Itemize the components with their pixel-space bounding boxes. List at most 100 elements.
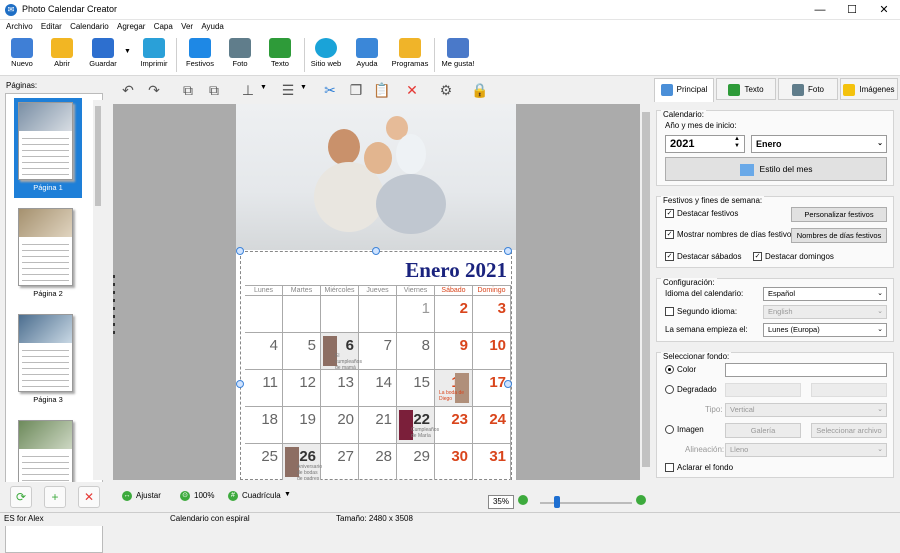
holiday-names-button[interactable]: Nombres de días festivos <box>791 228 887 243</box>
calendar-day-cell[interactable]: 28 <box>359 444 397 480</box>
photo-button[interactable]: Foto <box>218 36 262 74</box>
select-file-button[interactable]: Seleccionar archivo <box>811 423 887 438</box>
calendar-day-cell[interactable]: 11 <box>245 370 283 407</box>
calendar-day-cell[interactable]: 16La boda de Diego <box>435 370 473 407</box>
help-button[interactable]: Ayuda <box>345 36 389 74</box>
calendar-day-cell[interactable]: 21 <box>359 407 397 444</box>
resize-handle[interactable] <box>372 247 380 255</box>
redo-icon[interactable]: ↷ <box>144 80 164 100</box>
canvas-scroll-thumb[interactable] <box>642 112 650 467</box>
calendar-day-cell[interactable]: 1 <box>397 296 435 333</box>
save-dropdown-icon[interactable]: ▼ <box>124 48 131 55</box>
add-page-button[interactable]: + <box>44 486 66 508</box>
copy-icon[interactable]: ❐ <box>346 80 366 100</box>
distribute-dropdown-icon[interactable]: ▼ <box>300 84 307 91</box>
gallery-button[interactable]: Galería <box>725 423 801 438</box>
cut-icon[interactable]: ✂ <box>320 80 340 100</box>
calendar-day-cell[interactable]: 8 <box>397 333 435 370</box>
resize-handle[interactable] <box>504 380 512 388</box>
calendar-page[interactable]: Enero 2021 Lunes Martes Miércoles Jueves… <box>236 104 516 480</box>
new-button[interactable]: Nuevo <box>0 36 44 74</box>
calendar-day-cell[interactable]: 24 <box>473 407 511 444</box>
text-button[interactable]: Texto <box>258 36 302 74</box>
calendar-day-cell[interactable]: 13 <box>321 370 359 407</box>
zoom-in-icon[interactable] <box>636 495 646 505</box>
align-dropdown-icon[interactable]: ▼ <box>260 84 267 91</box>
calendar-day-cell[interactable]: 14 <box>359 370 397 407</box>
tab-imagenes[interactable]: Imágenes <box>840 78 898 100</box>
tab-principal[interactable]: Principal <box>654 78 714 102</box>
tab-texto[interactable]: Texto <box>716 78 776 100</box>
lock-icon[interactable]: 🔒 <box>470 80 490 100</box>
calendar-day-cell[interactable]: 29 <box>397 444 435 480</box>
second-language-checkbox[interactable]: Segundo idioma: <box>665 307 737 317</box>
calendar-day-cell[interactable]: 2 <box>435 296 473 333</box>
year-spinner[interactable]: 2021 <box>665 135 745 153</box>
calendar-day-cell[interactable]: 30 <box>435 444 473 480</box>
menu-agregar[interactable]: Agregar <box>117 20 145 34</box>
background-image-radio[interactable]: Imagen <box>665 425 704 435</box>
spinner-arrows-icon[interactable]: ▲ ▼ <box>734 136 740 150</box>
month-select[interactable]: Enero ⌄ <box>751 135 887 153</box>
resize-handle[interactable] <box>504 247 512 255</box>
like-button[interactable]: Me gusta! <box>436 36 480 74</box>
calendar-day-cell[interactable]: 23 <box>435 407 473 444</box>
family-photo[interactable] <box>236 104 516 250</box>
grid-dropdown-icon[interactable]: ▼ <box>284 491 291 498</box>
background-color-radio[interactable]: Color <box>665 365 696 375</box>
show-holiday-names-checkbox[interactable]: ✓ Mostrar nombres de días festivos <box>665 230 795 240</box>
print-button[interactable]: Imprimir <box>132 36 176 74</box>
align-icon[interactable]: ⊥ <box>238 80 258 100</box>
properties-icon[interactable]: ⚙ <box>436 80 456 100</box>
fit-button[interactable]: ↔ Ajustar <box>122 491 161 501</box>
calendar-day-cell[interactable]: 31 <box>473 444 511 480</box>
zoom-slider-handle[interactable] <box>554 496 560 508</box>
gradient-type-select[interactable]: Vertical ⌄ <box>725 403 887 417</box>
page-thumbnail-2[interactable]: Página 2 <box>14 204 82 304</box>
menu-archivo[interactable]: Archivo <box>6 20 33 34</box>
resize-handle[interactable] <box>236 247 244 255</box>
open-button[interactable]: Abrir <box>40 36 84 74</box>
calendar-day-cell[interactable]: 7 <box>359 333 397 370</box>
calendar-day-cell[interactable]: 27 <box>321 444 359 480</box>
holidays-button[interactable]: Festivos <box>178 36 222 74</box>
background-color-swatch[interactable] <box>725 363 887 377</box>
highlight-sundays-checkbox[interactable]: ✓ Destacar domingos <box>753 252 834 262</box>
calendar-day-cell[interactable]: 9 <box>435 333 473 370</box>
calendar-day-cell[interactable]: 12 <box>283 370 321 407</box>
gradient-color-2[interactable] <box>811 383 887 397</box>
paste-icon[interactable]: 📋 <box>372 80 392 100</box>
page-refresh-button[interactable]: ⟳ <box>10 486 32 508</box>
tab-foto[interactable]: Foto <box>778 78 838 100</box>
programs-button[interactable]: Programas <box>388 36 432 74</box>
calendar-grid-frame[interactable]: Enero 2021 Lunes Martes Miércoles Jueves… <box>240 251 512 480</box>
background-gradient-radio[interactable]: Degradado <box>665 385 717 395</box>
lighten-background-checkbox[interactable]: Aclarar el fondo <box>665 463 733 473</box>
calendar-day-cell[interactable]: 18 <box>245 407 283 444</box>
page-thumbnail-3[interactable]: Página 3 <box>14 310 82 410</box>
bring-front-icon[interactable]: ⧉ <box>178 80 198 100</box>
zoom-100-button[interactable]: ⊙ 100% <box>180 491 214 501</box>
calendar-day-cell[interactable] <box>245 296 283 333</box>
highlight-holidays-checkbox[interactable]: ✓ Destacar festivos <box>665 209 738 219</box>
calendar-language-select[interactable]: Español ⌄ <box>763 287 887 301</box>
save-button[interactable]: Guardar <box>81 36 125 74</box>
delete-icon[interactable]: ✕ <box>402 80 422 100</box>
grid-button[interactable]: # Cuadrícula <box>228 491 281 501</box>
close-icon[interactable]: ✕ <box>868 0 900 20</box>
calendar-day-cell[interactable]: 3 <box>473 296 511 333</box>
calendar-day-cell[interactable] <box>283 296 321 333</box>
menu-calendario[interactable]: Calendario <box>70 20 109 34</box>
calendar-day-cell[interactable]: 22 Cumpleaños de María <box>397 407 439 444</box>
maximize-icon[interactable]: ☐ <box>836 0 868 20</box>
menu-ayuda[interactable]: Ayuda <box>201 20 224 34</box>
gradient-color-1[interactable] <box>725 383 801 397</box>
customize-holidays-button[interactable]: Personalizar festivos <box>791 207 887 222</box>
page-thumbnail-1[interactable]: Página 1 <box>14 98 82 198</box>
calendar-day-cell[interactable]: 20 <box>321 407 359 444</box>
calendar-day-cell[interactable]: 19 <box>283 407 321 444</box>
calendar-day-cell[interactable]: 15 <box>397 370 435 407</box>
calendar-day-cell[interactable]: 25 <box>245 444 283 480</box>
calendar-day-cell[interactable]: 6 El cumpleaños de mamá <box>321 333 362 371</box>
calendar-day-cell[interactable] <box>321 296 359 333</box>
